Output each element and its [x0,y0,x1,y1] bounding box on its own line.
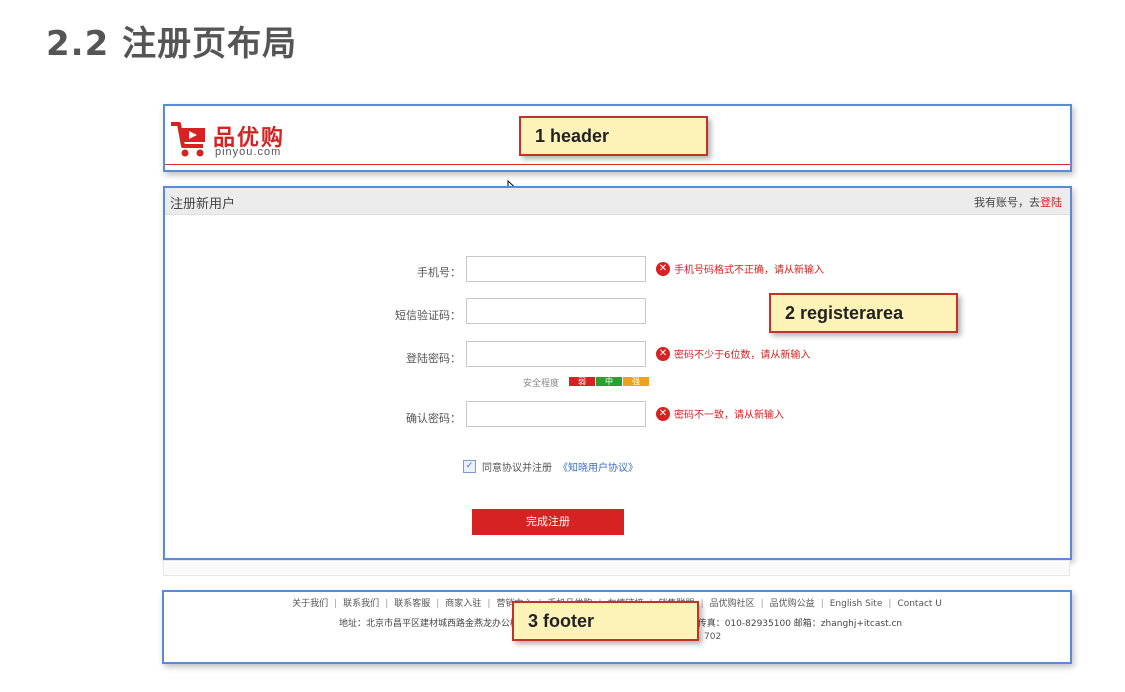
footer-callout: 3 footer [512,601,699,641]
footer-link[interactable]: Contact U [897,599,941,609]
password-error: ✕ 密码不少于6位数，请从新输入 [656,346,810,361]
footer-separator: | [436,599,440,609]
confirm-password-error-text: 密码不一致，请从新输入 [674,410,784,421]
confirm-password-input[interactable] [466,401,646,427]
phone-input[interactable] [466,256,646,282]
password-input[interactable] [466,341,646,367]
strength-label: 安全程度 [523,379,560,389]
error-icon: ✕ [656,261,670,276]
register-title: 注册新用户 [170,197,236,212]
agree-text: 同意协议并注册 [482,463,552,474]
footer-extra: 702 [704,632,722,642]
register-region: 注册新用户 我有账号，去登陆 手机号： ✕ 手机号码格式不正确，请从新输入 短信… [163,186,1072,560]
strength-medium: 中 [596,377,622,386]
footer-separator: | [385,599,389,609]
spacer-strip [163,560,1070,576]
footer-separator: | [820,599,824,609]
phone-error: ✕ 手机号码格式不正确，请从新输入 [656,261,824,276]
sms-code-label: 短信验证码： [395,309,461,322]
footer-separator: | [760,599,764,609]
register-title-bar: 注册新用户 我有账号，去登陆 [165,188,1070,215]
submit-button[interactable]: 完成注册 [472,509,624,535]
password-label: 登陆密码： [406,352,461,365]
footer-separator: | [487,599,491,609]
footer-separator: | [334,599,338,609]
login-prefix: 我有账号，去 [974,196,1040,209]
phone-label: 手机号： [417,266,461,279]
logo[interactable]: 品优购 pinyou.com [169,116,309,160]
header-divider [165,164,1070,165]
footer-link[interactable]: 商家入驻 [445,599,481,609]
footer-separator: | [888,599,892,609]
confirm-password-label: 确认密码： [406,412,461,425]
footer-link[interactable]: 联系客服 [394,599,430,609]
confirm-password-error: ✕ 密码不一致，请从新输入 [656,406,784,421]
agree-checkbox[interactable]: ✓ [463,460,476,473]
footer-link[interactable]: 品优购公益 [770,599,815,609]
strength-strong: 强 [623,377,649,386]
strength-weak: 弱 [569,377,595,386]
login-link[interactable]: 登陆 [1040,196,1062,209]
footer-link[interactable]: 关于我们 [292,599,328,609]
password-error-text: 密码不少于6位数，请从新输入 [674,350,811,361]
agreement-link[interactable]: 《知晓用户协议》 [558,459,638,474]
phone-error-text: 手机号码格式不正确，请从新输入 [674,265,824,276]
agree-row: ✓ 同意协议并注册 《知晓用户协议》 [463,459,638,474]
error-icon: ✕ [656,406,670,421]
sms-code-input[interactable] [466,298,646,324]
header-callout: 1 header [519,116,708,156]
error-icon: ✕ [656,346,670,361]
footer-link[interactable]: 联系我们 [343,599,379,609]
registerarea-callout: 2 registerarea [769,293,958,333]
slide-title: 2.2 注册页布局 [46,24,298,64]
shopping-cart-icon [171,122,205,157]
footer-separator: | [700,599,704,609]
footer-link[interactable]: English Site [830,599,883,609]
login-prompt: 我有账号，去登陆 [974,194,1062,210]
footer-link[interactable]: 品优购社区 [710,599,755,609]
logo-text-en: pinyou.com [215,146,282,158]
